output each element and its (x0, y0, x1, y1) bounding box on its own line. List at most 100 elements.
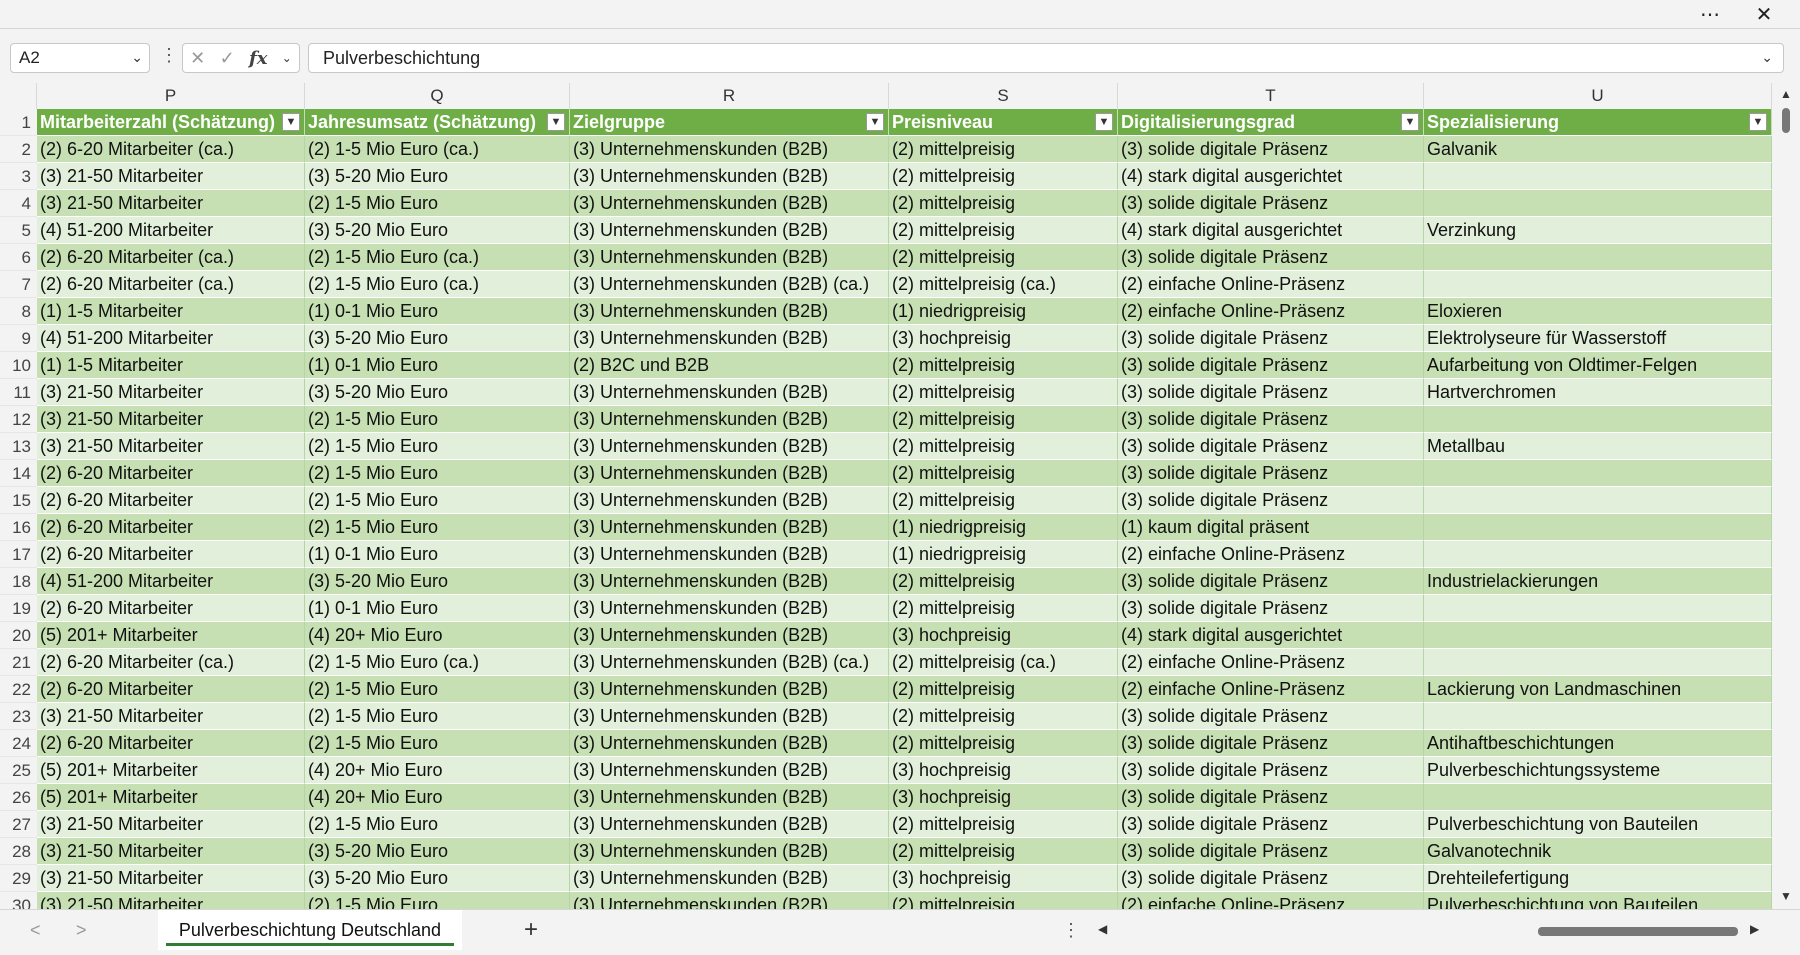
row-number[interactable]: 24 (0, 730, 37, 757)
table-cell[interactable]: Galvanik (1424, 136, 1772, 163)
table-cell[interactable]: (2) 1-5 Mio Euro (305, 730, 570, 757)
table-cell[interactable]: (3) solide digitale Präsenz (1118, 433, 1424, 460)
table-cell[interactable]: (2) mittelpreisig (889, 676, 1118, 703)
filter-dropdown-icon[interactable]: ▼ (282, 113, 300, 131)
table-cell[interactable]: (1) 0-1 Mio Euro (305, 595, 570, 622)
table-cell[interactable]: (3) Unternehmenskunden (B2B) (570, 784, 889, 811)
table-cell[interactable]: (5) 201+ Mitarbeiter (37, 784, 305, 811)
table-cell[interactable] (1424, 649, 1772, 676)
table-cell[interactable]: (3) solide digitale Präsenz (1118, 568, 1424, 595)
row-number[interactable]: 21 (0, 649, 37, 676)
table-cell[interactable]: (2) 6-20 Mitarbeiter (37, 514, 305, 541)
table-cell[interactable] (1424, 514, 1772, 541)
scroll-thumb[interactable] (1782, 108, 1790, 133)
table-cell[interactable]: (3) solide digitale Präsenz (1118, 703, 1424, 730)
table-cell[interactable]: (3) solide digitale Präsenz (1118, 136, 1424, 163)
filter-dropdown-icon[interactable]: ▼ (1749, 113, 1767, 131)
table-cell[interactable]: (2) 1-5 Mio Euro (305, 406, 570, 433)
table-cell[interactable]: (3) Unternehmenskunden (B2B) (570, 676, 889, 703)
table-cell[interactable]: (2) einfache Online-Präsenz (1118, 892, 1424, 909)
table-cell[interactable]: (2) einfache Online-Präsenz (1118, 649, 1424, 676)
table-cell[interactable]: (2) mittelpreisig (889, 163, 1118, 190)
table-cell[interactable]: (3) Unternehmenskunden (B2B) (ca.) (570, 271, 889, 298)
close-icon[interactable]: ✕ (1742, 0, 1786, 28)
table-cell[interactable]: (3) 21-50 Mitarbeiter (37, 163, 305, 190)
table-cell[interactable]: (5) 201+ Mitarbeiter (37, 757, 305, 784)
row-number[interactable]: 27 (0, 811, 37, 838)
table-cell[interactable] (1424, 460, 1772, 487)
table-cell[interactable]: (3) 5-20 Mio Euro (305, 325, 570, 352)
table-cell[interactable]: (2) 1-5 Mio Euro (305, 703, 570, 730)
table-cell[interactable]: (2) 6-20 Mitarbeiter (ca.) (37, 136, 305, 163)
scroll-up-icon[interactable]: ▲ (1780, 87, 1792, 101)
table-cell[interactable]: (3) Unternehmenskunden (B2B) (570, 136, 889, 163)
table-cell[interactable]: (3) 21-50 Mitarbeiter (37, 190, 305, 217)
table-cell[interactable]: (3) Unternehmenskunden (B2B) (570, 163, 889, 190)
table-cell[interactable]: (2) 1-5 Mio Euro (305, 487, 570, 514)
table-cell[interactable]: Pulverbeschichtung von Bauteilen (1424, 811, 1772, 838)
table-cell[interactable]: (2) mittelpreisig (889, 460, 1118, 487)
row-number[interactable]: 22 (0, 676, 37, 703)
table-cell[interactable]: (2) mittelpreisig (889, 433, 1118, 460)
table-cell[interactable]: (3) Unternehmenskunden (B2B) (570, 892, 889, 909)
table-cell[interactable] (1424, 784, 1772, 811)
row-number[interactable]: 1 (0, 109, 37, 136)
cancel-icon[interactable]: ✕ (190, 48, 205, 69)
function-icon[interactable]: fx (249, 48, 267, 69)
table-cell[interactable]: (2) 6-20 Mitarbeiter (ca.) (37, 271, 305, 298)
row-number[interactable]: 4 (0, 190, 37, 217)
table-cell[interactable]: (2) mittelpreisig (889, 811, 1118, 838)
table-cell[interactable]: (3) hochpreisig (889, 865, 1118, 892)
table-cell[interactable]: (3) Unternehmenskunden (B2B) (570, 325, 889, 352)
add-sheet-icon[interactable]: + (524, 916, 538, 944)
table-cell[interactable]: (3) solide digitale Präsenz (1118, 595, 1424, 622)
table-cell[interactable]: (3) 5-20 Mio Euro (305, 217, 570, 244)
table-cell[interactable] (1424, 622, 1772, 649)
check-icon[interactable]: ✓ (220, 48, 235, 69)
table-cell[interactable]: (3) solide digitale Präsenz (1118, 460, 1424, 487)
table-cell[interactable]: (2) 6-20 Mitarbeiter (37, 676, 305, 703)
table-cell[interactable]: (3) Unternehmenskunden (B2B) (570, 244, 889, 271)
table-cell[interactable]: (3) Unternehmenskunden (B2B) (570, 298, 889, 325)
table-cell[interactable]: (2) 6-20 Mitarbeiter (37, 460, 305, 487)
table-cell[interactable] (1424, 487, 1772, 514)
table-cell[interactable]: (3) 21-50 Mitarbeiter (37, 433, 305, 460)
table-cell[interactable]: (2) 1-5 Mio Euro (ca.) (305, 244, 570, 271)
table-cell[interactable]: (3) 21-50 Mitarbeiter (37, 703, 305, 730)
table-cell[interactable]: (2) 1-5 Mio Euro (305, 190, 570, 217)
table-cell[interactable]: (3) Unternehmenskunden (B2B) (570, 460, 889, 487)
next-sheet-icon[interactable]: > (76, 920, 87, 941)
table-cell[interactable]: (2) einfache Online-Präsenz (1118, 271, 1424, 298)
table-cell[interactable]: (1) 0-1 Mio Euro (305, 298, 570, 325)
table-cell[interactable]: (4) 51-200 Mitarbeiter (37, 325, 305, 352)
table-cell[interactable]: (3) 21-50 Mitarbeiter (37, 379, 305, 406)
row-number[interactable]: 16 (0, 514, 37, 541)
table-cell[interactable]: Lackierung von Landmaschinen (1424, 676, 1772, 703)
row-number[interactable]: 6 (0, 244, 37, 271)
chevron-down-icon[interactable]: ⌄ (131, 49, 143, 66)
horizontal-scrollbar[interactable]: ◀ ▶ (1098, 922, 1759, 942)
expand-formula-icon[interactable]: ⌄ (1761, 49, 1773, 66)
table-cell[interactable]: (4) 20+ Mio Euro (305, 757, 570, 784)
table-cell[interactable]: (2) mittelpreisig (889, 595, 1118, 622)
table-cell[interactable]: (4) 51-200 Mitarbeiter (37, 568, 305, 595)
column-title-cell[interactable]: Jahresumsatz (Schätzung) ▼ (305, 109, 570, 136)
table-cell[interactable]: (3) solide digitale Präsenz (1118, 406, 1424, 433)
table-cell[interactable] (1424, 163, 1772, 190)
table-cell[interactable]: (3) 5-20 Mio Euro (305, 379, 570, 406)
table-cell[interactable]: (4) stark digital ausgerichtet (1118, 622, 1424, 649)
table-cell[interactable]: (3) 5-20 Mio Euro (305, 568, 570, 595)
table-cell[interactable]: (2) 1-5 Mio Euro (305, 514, 570, 541)
table-cell[interactable]: (2) mittelpreisig (ca.) (889, 649, 1118, 676)
table-cell[interactable]: (1) niedrigpreisig (889, 298, 1118, 325)
table-cell[interactable]: Elektrolyseure für Wasserstoff (1424, 325, 1772, 352)
sheet-tab-active[interactable]: Pulverbeschichtung Deutschland (158, 910, 462, 950)
table-cell[interactable]: (2) 6-20 Mitarbeiter (37, 595, 305, 622)
scroll-thumb[interactable] (1538, 927, 1738, 936)
column-header[interactable]: U (1424, 83, 1772, 109)
row-number[interactable]: 14 (0, 460, 37, 487)
table-cell[interactable]: (3) 21-50 Mitarbeiter (37, 865, 305, 892)
filter-dropdown-icon[interactable]: ▼ (1095, 113, 1113, 131)
table-cell[interactable]: (3) Unternehmenskunden (B2B) (570, 730, 889, 757)
table-cell[interactable]: (2) 1-5 Mio Euro (ca.) (305, 136, 570, 163)
